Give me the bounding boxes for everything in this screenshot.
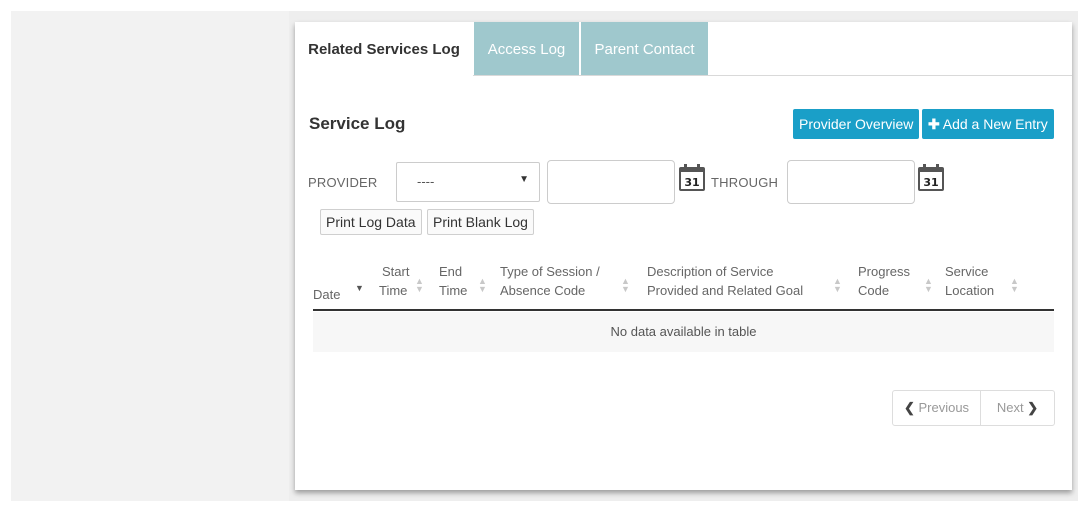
column-header-label: Type of Session / [500, 264, 600, 279]
left-panel [11, 11, 289, 501]
chevron-right-icon: ❯ [1027, 400, 1039, 415]
sort-icon: ▲ ▼ [924, 276, 933, 294]
column-header-label: Time [439, 283, 468, 298]
column-header-end-time[interactable]: End Time [439, 262, 467, 300]
calendar-day-text: 31 [923, 176, 938, 189]
provider-label: PROVIDER [308, 175, 378, 190]
column-header-label: Location [945, 283, 995, 298]
next-label: Next [996, 400, 1024, 415]
plus-icon: ✚ [928, 116, 940, 132]
start-date-input[interactable] [547, 160, 675, 204]
end-date-calendar-icon[interactable]: 31 [917, 164, 945, 192]
column-header-start-time[interactable]: Start Time [379, 262, 409, 300]
end-date-input[interactable] [787, 160, 915, 204]
section-title: Service Log [309, 114, 406, 133]
previous-page-button[interactable]: ❮ Previous [892, 390, 981, 426]
add-new-entry-label: Add a New Entry [942, 116, 1048, 132]
column-header-description[interactable]: Description of Service Provided and Rela… [647, 262, 803, 300]
tab-divider [473, 75, 1072, 76]
column-header-session-type[interactable]: Type of Session / Absence Code [500, 262, 600, 300]
through-label: THROUGH [711, 175, 779, 190]
service-log-card: Related Services Log Access Log Parent C… [295, 22, 1072, 490]
tab-parent-contact[interactable]: Parent Contact [581, 22, 708, 75]
provider-select[interactable]: ---- ▼ [396, 162, 540, 202]
provider-select-value: ---- [417, 174, 435, 189]
column-header-label: Start [382, 264, 410, 279]
calendar-day-text: 31 [684, 176, 699, 189]
tab-related-services-log[interactable]: Related Services Log [295, 22, 473, 75]
column-header-label: Description of Service [647, 264, 774, 279]
sort-icon: ▲ ▼ [833, 276, 842, 294]
dropdown-arrow-icon: ▼ [519, 174, 529, 185]
provider-overview-button[interactable]: Provider Overview [793, 109, 920, 139]
column-header-date[interactable]: Date [313, 285, 340, 304]
column-header-label: Service [945, 264, 989, 279]
column-header-label: Code [858, 283, 890, 298]
tab-access-log[interactable]: Access Log [474, 22, 579, 75]
column-header-service-location[interactable]: Service Location [945, 262, 994, 300]
add-new-entry-button[interactable]: ✚ Add a New Entry [922, 109, 1054, 139]
column-header-progress-code[interactable]: Progress Code [858, 262, 910, 300]
previous-label: Previous [918, 400, 970, 415]
print-blank-log-button[interactable]: Print Blank Log [427, 209, 534, 235]
start-date-calendar-icon[interactable]: 31 [678, 164, 706, 192]
column-header-label: Provided and Related Goal [647, 283, 804, 298]
column-header-label: Absence Code [500, 283, 586, 298]
next-page-button[interactable]: Next ❯ [980, 390, 1055, 426]
empty-table-message: No data available in table [313, 312, 1054, 352]
table-header-border [313, 309, 1054, 311]
column-header-label: Time [379, 283, 408, 298]
column-header-label: End [439, 264, 463, 279]
sort-icon: ▲ ▼ [621, 276, 630, 294]
sort-desc-icon: ▼ [355, 283, 364, 293]
sort-icon: ▲ ▼ [1010, 276, 1019, 294]
sort-icon: ▲ ▼ [478, 276, 487, 294]
column-header-label: Progress [858, 264, 911, 279]
sort-icon: ▲ ▼ [415, 276, 424, 294]
chevron-left-icon: ❮ [903, 400, 915, 415]
column-header-label: Date [313, 287, 341, 302]
print-log-data-button[interactable]: Print Log Data [320, 209, 422, 235]
